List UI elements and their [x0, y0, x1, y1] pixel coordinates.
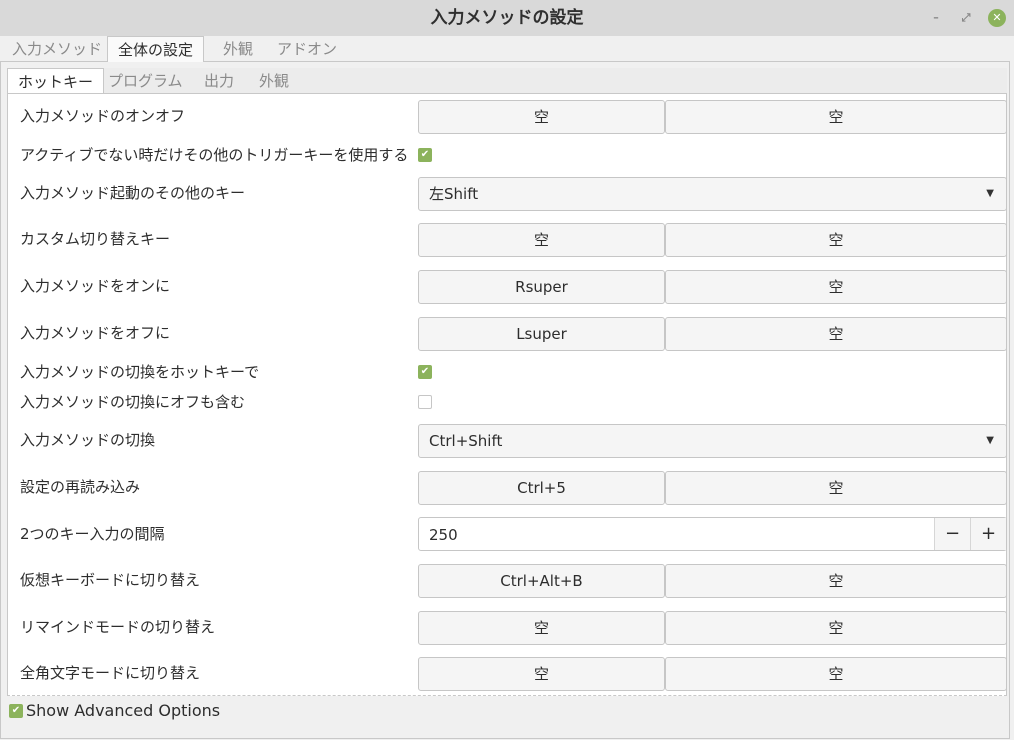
- increment-button[interactable]: +: [970, 518, 1006, 550]
- hotkey-toggle-2[interactable]: 空: [665, 100, 1007, 134]
- hotkey-fullwidth-1[interactable]: 空: [418, 657, 665, 691]
- window-title: 入力メソッドの設定: [430, 8, 584, 28]
- hotkey-deactivate-1[interactable]: Lsuper: [418, 317, 665, 351]
- label-enum-include-off: 入力メソッドの切換にオフも含む: [20, 393, 246, 411]
- label-reload: 設定の再読み込み: [20, 478, 141, 496]
- hotkey-activate-2[interactable]: 空: [665, 270, 1007, 304]
- interval-spinbox: − +: [418, 517, 1007, 551]
- extra-key-dropdown[interactable]: 左Shift ▼: [418, 177, 1007, 211]
- decrement-button[interactable]: −: [934, 518, 970, 550]
- label-enum-hotkey: 入力メソッドの切換をホットキーで: [20, 363, 260, 381]
- tab-hotkey[interactable]: ホットキー: [7, 68, 105, 94]
- inner-tab-bar: ホットキー プログラム 出力 外観: [7, 68, 1007, 94]
- hotkey-custom-1[interactable]: 空: [418, 223, 665, 257]
- label-custom-switch: カスタム切り替えキー: [20, 230, 171, 248]
- hotkey-toggle-1[interactable]: 空: [418, 100, 665, 134]
- label-trigger-inactive: アクティブでない時だけその他のトリガーキーを使用する: [20, 146, 409, 164]
- show-advanced-checkbox[interactable]: ✔: [9, 704, 23, 718]
- enum-dropdown[interactable]: Ctrl+Shift ▼: [418, 424, 1007, 458]
- tab-output[interactable]: 出力: [198, 68, 240, 94]
- enum-include-off-checkbox[interactable]: [418, 395, 432, 409]
- minimize-button[interactable]: –: [927, 9, 945, 27]
- hotkey-vkbd-1[interactable]: Ctrl+Alt+B: [418, 564, 665, 598]
- tab-program[interactable]: プログラム: [102, 68, 189, 94]
- label-remind: リマインドモードの切り替え: [20, 618, 216, 636]
- enum-hotkey-checkbox[interactable]: ✔: [418, 365, 432, 379]
- label-enum: 入力メソッドの切換: [20, 431, 156, 449]
- hotkey-custom-2[interactable]: 空: [665, 223, 1007, 257]
- label-interval: 2つのキー入力の間隔: [20, 525, 165, 543]
- close-button[interactable]: ✕: [988, 9, 1006, 27]
- tab-appearance-inner[interactable]: 外観: [253, 68, 295, 94]
- tab-input-method[interactable]: 入力メソッド: [6, 36, 108, 62]
- interval-input[interactable]: [427, 525, 927, 545]
- hotkey-reload-2[interactable]: 空: [665, 471, 1007, 505]
- tab-global-settings[interactable]: 全体の設定: [107, 36, 205, 62]
- label-activate: 入力メソッドをオンに: [20, 277, 171, 295]
- enum-value: Ctrl+Shift: [429, 432, 503, 450]
- hotkey-reload-1[interactable]: Ctrl+5: [418, 471, 665, 505]
- label-fullwidth: 全角文字モードに切り替え: [20, 664, 201, 682]
- label-deactivate: 入力メソッドをオフに: [20, 324, 171, 342]
- trigger-inactive-checkbox[interactable]: ✔: [418, 148, 432, 162]
- label-extra-key: 入力メソッド起動のその他のキー: [20, 184, 246, 202]
- outer-tab-bar: 入力メソッド 全体の設定 外観 アドオン: [0, 36, 1014, 62]
- chevron-down-icon: ▼: [986, 188, 994, 199]
- hotkey-activate-1[interactable]: Rsuper: [418, 270, 665, 304]
- show-advanced-label[interactable]: Show Advanced Options: [26, 701, 220, 721]
- tab-addons[interactable]: アドオン: [271, 36, 343, 62]
- title-bar: 入力メソッドの設定 – ⤢ ✕: [0, 0, 1014, 36]
- label-toggle: 入力メソッドのオンオフ: [20, 107, 186, 125]
- chevron-down-icon: ▼: [986, 435, 994, 446]
- extra-key-value: 左Shift: [429, 185, 479, 203]
- hotkey-remind-1[interactable]: 空: [418, 611, 665, 645]
- label-vkbd: 仮想キーボードに切り替え: [20, 571, 201, 589]
- tab-appearance[interactable]: 外観: [217, 36, 259, 62]
- hotkey-deactivate-2[interactable]: 空: [665, 317, 1007, 351]
- hotkey-fullwidth-2[interactable]: 空: [665, 657, 1007, 691]
- hotkey-remind-2[interactable]: 空: [665, 611, 1007, 645]
- restore-button[interactable]: ⤢: [957, 9, 975, 27]
- hotkey-vkbd-2[interactable]: 空: [665, 564, 1007, 598]
